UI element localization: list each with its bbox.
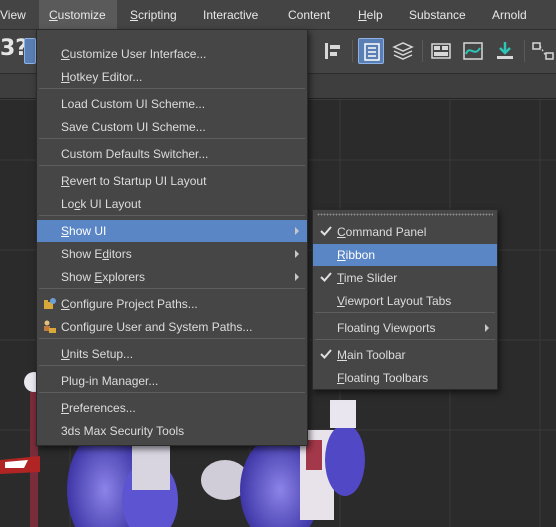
scene-explorer-icon[interactable]: [358, 38, 384, 64]
menu-item-label: 3ds Max Security Tools: [61, 424, 185, 438]
menu-substance[interactable]: Substance: [399, 0, 477, 30]
menu-item-label: Viewport Layout Tabs: [337, 294, 452, 308]
user-folder-paths-icon: [44, 320, 56, 333]
menu-interactive[interactable]: Interactive: [193, 0, 271, 30]
menu-separator: [39, 365, 305, 366]
menu-item-label: Load Custom UI Scheme...: [61, 97, 206, 111]
menu-separator: [39, 338, 305, 339]
menu-item-label: Preferences...: [61, 401, 136, 415]
menu-view[interactable]: View: [0, 0, 32, 30]
menu-content[interactable]: Content: [278, 0, 340, 30]
menu-item-label: Show Explorers: [61, 270, 146, 284]
menu-item-label: Units Setup...: [61, 347, 134, 361]
menu-item-label: Configure User and System Paths...: [61, 320, 253, 334]
menu-item-label: Plug-in Manager...: [61, 374, 159, 388]
menu-item-label: Save Custom UI Scheme...: [61, 120, 206, 134]
customize-menu: Customize User Interface... Hotkey Editor…: [36, 29, 308, 446]
menu-item-show-editors[interactable]: Show Editors: [37, 243, 307, 265]
menu-item-show-ui[interactable]: Show UI: [37, 220, 307, 242]
menu-item-3ds-max-security-tools[interactable]: 3ds Max Security Tools: [37, 420, 307, 442]
submenu-arrow-icon: [485, 324, 489, 332]
layer-explorer-icon[interactable]: [390, 38, 416, 64]
menu-item-configure-user-and-system-paths[interactable]: Configure User and System Paths...: [37, 316, 307, 338]
menu-item-label: Show UI: [61, 224, 107, 238]
menu-item-label: Command Panel: [337, 225, 427, 239]
submenu-arrow-icon: [295, 250, 299, 258]
menu-separator: [39, 288, 305, 289]
align-icon[interactable]: [320, 38, 346, 64]
menu-separator: [39, 165, 305, 166]
menu-help[interactable]: Help: [348, 0, 390, 30]
menu-separator: [39, 138, 305, 139]
selection-toolbar-button[interactable]: [24, 38, 36, 64]
toggle-ribbon-icon[interactable]: [428, 38, 454, 64]
menu-separator: [315, 339, 495, 340]
curve-editor-icon[interactable]: [460, 38, 486, 64]
submenu-arrow-icon: [295, 273, 299, 281]
menu-item-lock-ui-layout[interactable]: Lock UI Layout: [37, 193, 307, 215]
menu-customize[interactable]: Customize: [39, 0, 117, 30]
submenu-item-viewport-layout-tabs[interactable]: Viewport Layout Tabs: [313, 290, 497, 312]
menu-item-label: Ribbon: [337, 248, 376, 262]
submenu-item-floating-toolbars[interactable]: Floating Toolbars: [313, 367, 497, 389]
submenu-item-main-toolbar[interactable]: Main Toolbar: [313, 344, 497, 366]
menu-item-save-custom-ui-scheme[interactable]: Save Custom UI Scheme...: [37, 116, 307, 138]
menu-separator: [39, 88, 305, 89]
menu-item-configure-project-paths[interactable]: Configure Project Paths...: [37, 293, 307, 315]
submenu-item-command-panel[interactable]: Command Panel: [313, 221, 497, 243]
menu-item-label: Configure Project Paths...: [61, 297, 198, 311]
schematic-view-icon[interactable]: [530, 38, 556, 64]
menu-item-label: Revert to Startup UI Layout: [61, 174, 207, 188]
menu-item-label: Custom Defaults Switcher...: [61, 147, 209, 161]
menu-arnold[interactable]: Arnold: [482, 0, 544, 30]
menu-item-label: Floating Viewports: [337, 321, 436, 335]
menu-item-units-setup[interactable]: Units Setup...: [37, 343, 307, 365]
menu-item-custom-defaults-switcher[interactable]: Custom Defaults Switcher...: [37, 143, 307, 165]
submenu-arrow-icon: [295, 227, 299, 235]
menu-item-customize-user-interface[interactable]: Customize User Interface...: [37, 43, 307, 65]
menu-item-load-custom-ui-scheme[interactable]: Load Custom UI Scheme...: [37, 93, 307, 115]
menu-separator: [315, 312, 495, 313]
menu-item-label: Hotkey Editor...: [61, 70, 143, 84]
tear-off-handle[interactable]: [317, 213, 493, 216]
menu-separator: [39, 392, 305, 393]
render-setup-icon[interactable]: [492, 38, 518, 64]
menu-item-hotkey-editor[interactable]: Hotkey Editor...: [37, 66, 307, 88]
folder-paths-icon: [44, 298, 56, 309]
menu-item-label: Show Editors: [61, 247, 132, 261]
checkmark-icon: [320, 349, 332, 359]
checkmark-icon: [320, 226, 332, 236]
submenu-item-floating-viewports[interactable]: Floating Viewports: [313, 317, 497, 339]
menu-item-label: Time Slider: [337, 271, 398, 285]
menu-item-label: Main Toolbar: [337, 348, 406, 362]
submenu-item-time-slider[interactable]: Time Slider: [313, 267, 497, 289]
menu-item-label: Lock UI Layout: [61, 197, 142, 211]
menu-scripting[interactable]: Scripting: [120, 0, 190, 30]
menu-item-plug-in-manager[interactable]: Plug-in Manager...: [37, 370, 307, 392]
menu-item-revert-to-startup-ui-layout[interactable]: Revert to Startup UI Layout: [37, 170, 307, 192]
menu-item-preferences[interactable]: Preferences...: [37, 397, 307, 419]
menu-item-label: Customize User Interface...: [61, 47, 207, 61]
show-ui-submenu: Command Panel Ribbon Time Slider Viewport L…: [312, 209, 498, 390]
submenu-item-ribbon[interactable]: Ribbon: [313, 244, 497, 266]
menu-item-show-explorers[interactable]: Show Explorers: [37, 266, 307, 288]
checkmark-icon: [320, 272, 332, 282]
menu-item-label: Floating Toolbars: [337, 371, 429, 385]
menu-separator: [39, 215, 305, 216]
menu-bar: View Customize Scripting Interactive Con…: [0, 0, 556, 30]
